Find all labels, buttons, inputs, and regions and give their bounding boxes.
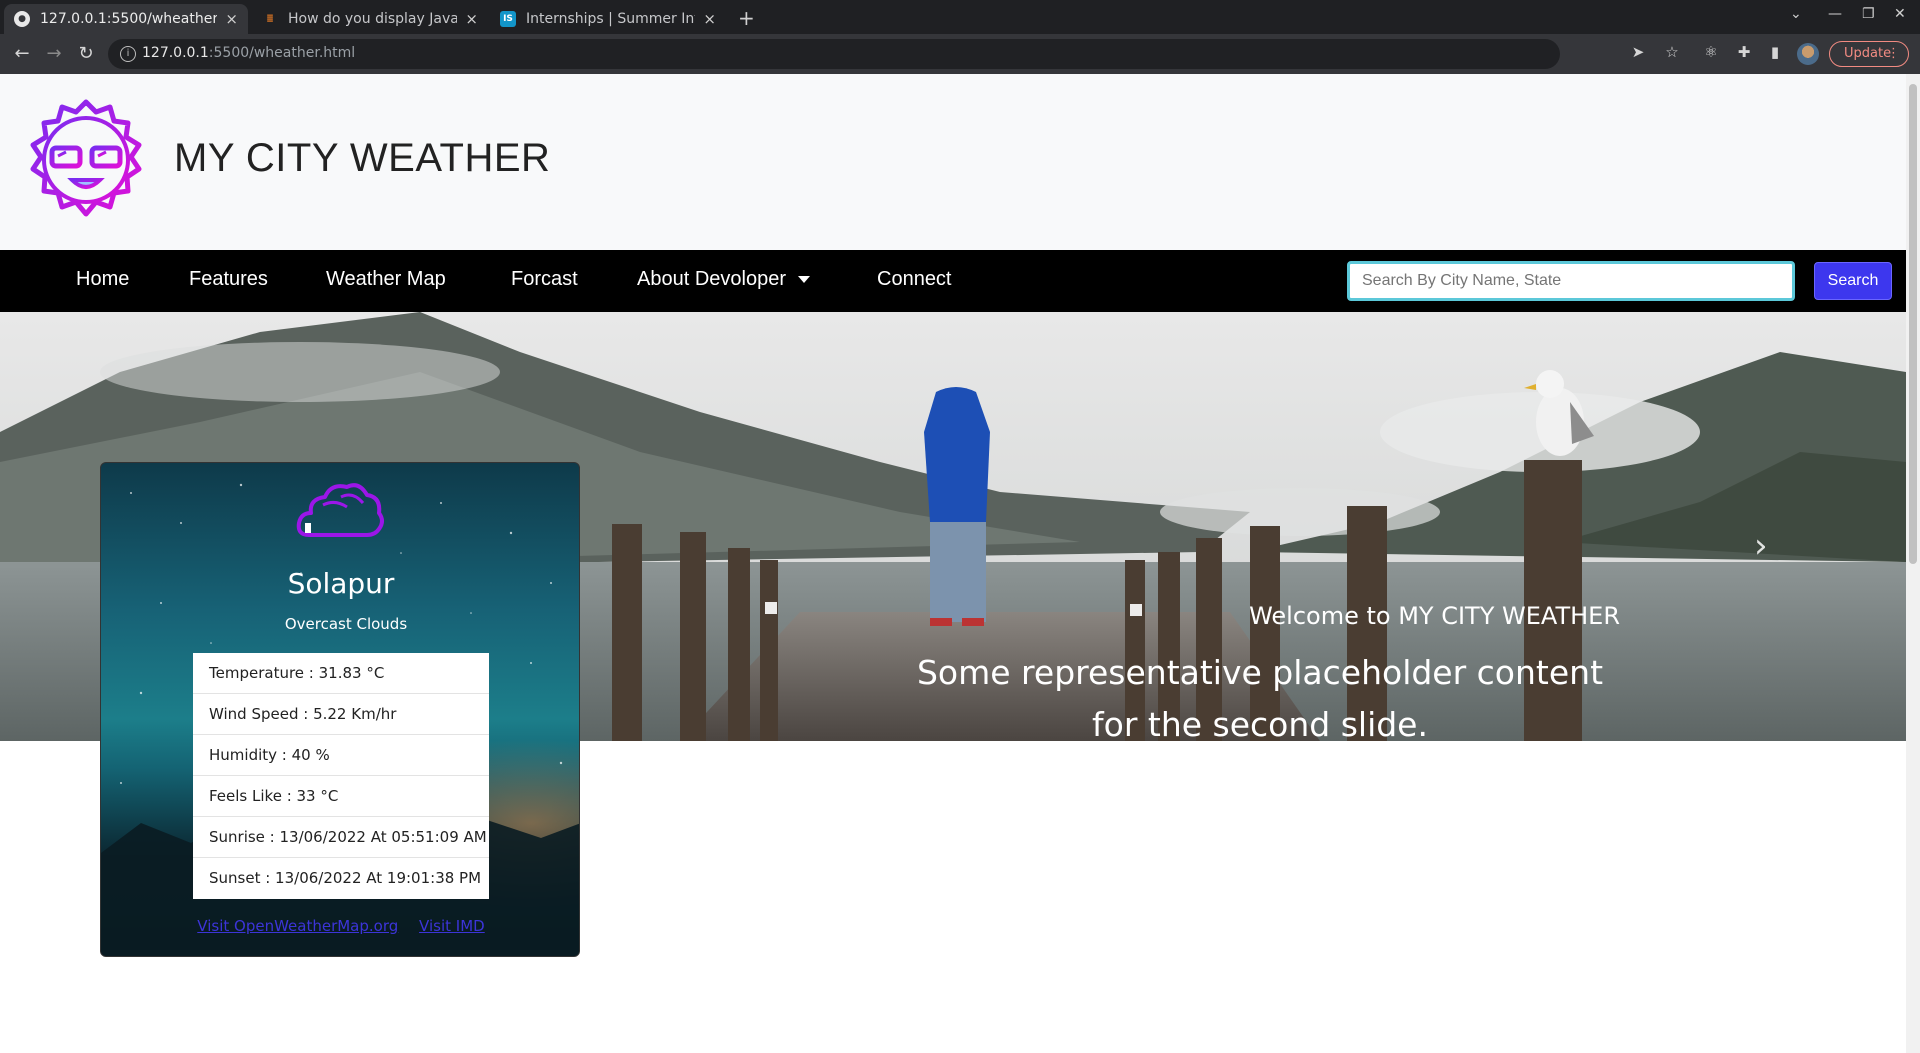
tab-title: How do you display JavaScript	[288, 11, 458, 27]
nav-weather-map[interactable]: Weather Map	[326, 268, 446, 291]
wind-speed-row: Wind Speed : 5.22 Km/hr	[193, 694, 489, 735]
page-viewport: MY CITY WEATHER Home Features Weather Ma…	[0, 74, 1906, 1053]
profile-avatar[interactable]	[1797, 43, 1819, 65]
update-label: Update	[1844, 46, 1892, 61]
url-text: 127.0.0.1:5500/wheather.html	[142, 45, 355, 61]
weather-card: Solapur Overcast Clouds Temperature : 31…	[100, 462, 580, 957]
address-bar[interactable]: i 127.0.0.1:5500/wheather.html	[108, 39, 1560, 69]
weather-city: Solapur	[287, 567, 395, 600]
extensions-puzzle-icon[interactable]: ✚	[1734, 43, 1754, 61]
url-path: :5500/wheather.html	[208, 45, 356, 61]
send-icon[interactable]: ➤	[1628, 43, 1648, 61]
side-panel-icon[interactable]: ▮	[1765, 43, 1785, 61]
feels-like-row: Feels Like : 33 °C	[193, 776, 489, 817]
openweathermap-link[interactable]: Visit OpenWeatherMap.org	[197, 917, 398, 935]
extension-react-icon[interactable]: ⚛	[1701, 43, 1721, 61]
carousel-caption-title: Welcome to MY CITY WEATHER	[1249, 602, 1620, 630]
sunset-row: Sunset : 13/06/2022 At 19:01:38 PM	[209, 869, 482, 887]
url-host: 127.0.0.1	[142, 45, 209, 61]
internshala-icon: IS	[500, 11, 516, 27]
back-icon[interactable]: ←	[10, 42, 34, 66]
nav-forcast[interactable]: Forcast	[511, 268, 578, 291]
city-search-input[interactable]	[1347, 261, 1795, 301]
tab-title: 127.0.0.1:5500/wheather.html	[40, 11, 217, 27]
site-info-icon[interactable]: i	[120, 46, 136, 62]
restore-icon[interactable]: ❐	[1862, 6, 1875, 22]
bookmark-star-icon[interactable]: ☆	[1662, 43, 1682, 61]
search-button[interactable]: Search	[1814, 262, 1892, 300]
browser-tab[interactable]: ≣ How do you display JavaScript ×	[252, 4, 488, 34]
menu-dots-icon: ⋮	[1887, 46, 1900, 61]
weather-links: Visit OpenWeatherMap.org Visit IMD	[101, 917, 579, 935]
dropdown-caret-icon	[797, 276, 810, 284]
browser-tab[interactable]: ● 127.0.0.1:5500/wheather.html ×	[4, 4, 248, 34]
scrollbar-thumb[interactable]	[1909, 84, 1917, 564]
temperature-row: Temperature : 31.83 °C	[193, 653, 489, 694]
globe-icon: ●	[14, 11, 30, 27]
minimize-icon[interactable]: —	[1828, 6, 1842, 22]
carousel-next-icon[interactable]: ›	[1754, 526, 1768, 566]
tab-search-icon[interactable]: ⌄	[1790, 6, 1802, 22]
carousel-caption-text: Some representative placeholder content …	[916, 653, 1604, 741]
imd-link[interactable]: Visit IMD	[419, 917, 485, 935]
site-header: MY CITY WEATHER	[0, 74, 1906, 250]
close-tab-icon[interactable]: ×	[465, 10, 478, 28]
sunrise-row: Sunrise : 13/06/2022 At 05:51:09 AM	[193, 817, 489, 858]
nav-home[interactable]: Home	[76, 268, 129, 291]
browser-tab-strip: ● 127.0.0.1:5500/wheather.html × ≣ How d…	[0, 0, 1920, 34]
person-figure	[924, 387, 990, 626]
nav-features[interactable]: Features	[189, 268, 268, 291]
update-button[interactable]: Update ⋮	[1829, 41, 1909, 67]
browser-tab[interactable]: IS Internships | Summer Internship ×	[490, 4, 726, 34]
tab-title: Internships | Summer Internship	[526, 11, 695, 27]
close-tab-icon[interactable]: ×	[225, 10, 238, 28]
close-tab-icon[interactable]: ×	[703, 10, 716, 28]
address-toolbar: ← → ↻ i 127.0.0.1:5500/wheather.html ➤ ☆…	[0, 34, 1920, 74]
site-brand-title: MY CITY WEATHER	[174, 136, 551, 180]
new-tab-button[interactable]: +	[738, 6, 755, 30]
forward-icon[interactable]: →	[42, 42, 66, 66]
stackoverflow-icon: ≣	[266, 14, 274, 24]
weather-details-list: Temperature : 31.83 °C Wind Speed : 5.22…	[193, 653, 489, 899]
weather-condition: Overcast Clouds	[284, 615, 408, 633]
humidity-row: Humidity : 40 %	[193, 735, 489, 776]
nav-about-devoloper-dropdown[interactable]: About Devoloper	[637, 268, 810, 291]
nav-about-label: About Devoloper	[637, 268, 786, 290]
sun-glasses-logo-icon	[30, 99, 142, 217]
cloud-icon	[296, 483, 384, 537]
page-scrollbar[interactable]	[1906, 74, 1920, 1053]
nav-connect[interactable]: Connect	[877, 268, 952, 291]
reload-icon[interactable]: ↻	[74, 42, 98, 66]
close-window-icon[interactable]: ✕	[1894, 6, 1906, 22]
